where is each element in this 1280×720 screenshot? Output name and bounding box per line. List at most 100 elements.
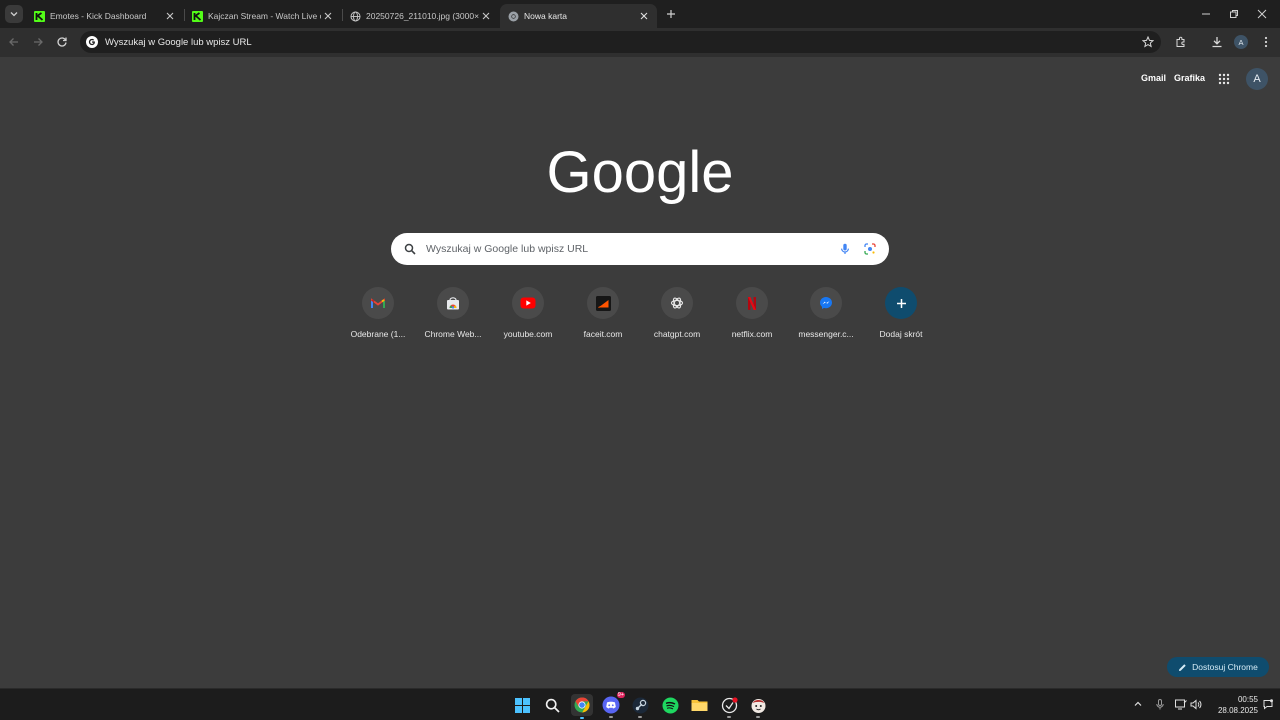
taskbar-file-explorer[interactable]: [689, 695, 709, 715]
close-icon[interactable]: [479, 9, 493, 23]
google-logo: Google: [546, 140, 733, 205]
taskbar: 9+ 00:55 28.08.2025: [0, 688, 1280, 720]
app-icon-2: [751, 698, 765, 713]
search-box[interactable]: Wyszukaj w Google lub wpisz URL: [391, 233, 889, 265]
shortcut-faceit[interactable]: faceit.com: [563, 287, 643, 347]
google-lens-icon[interactable]: [864, 243, 876, 255]
tray-network[interactable]: [1175, 698, 1187, 710]
shortcut-chrome-web-store[interactable]: Chrome Web...: [413, 287, 493, 347]
puzzle-icon: [1176, 36, 1185, 47]
file-explorer-icon: [691, 700, 707, 711]
shortcut-label: faceit.com: [583, 329, 623, 339]
tab-strip: Emotes - Kick Dashboard Kajczan Stream -…: [0, 0, 1280, 28]
faceit-icon: [595, 295, 611, 311]
back-button[interactable]: [7, 35, 21, 49]
restore-button[interactable]: [1227, 7, 1241, 21]
kick-icon: [192, 10, 203, 22]
tray-overflow-button[interactable]: [1132, 698, 1144, 710]
discord-icon: [602, 696, 620, 714]
steam-icon: [632, 697, 648, 713]
pencil-icon: [1179, 663, 1186, 671]
arrow-right-icon: [34, 38, 43, 46]
star-icon: [1142, 36, 1154, 48]
new-tab-button[interactable]: [663, 6, 679, 22]
address-bar[interactable]: Wyszukaj w Google lub wpisz URL: [80, 31, 1161, 53]
globe-icon: [350, 11, 361, 22]
tab[interactable]: Kajczan Stream - Watch Live on: [184, 4, 341, 28]
shortcut-label: chatgpt.com: [653, 329, 701, 339]
taskbar-search[interactable]: [542, 695, 562, 715]
chrome-web-store-icon: [447, 296, 459, 309]
clock-date: 28.08.2025: [1217, 706, 1258, 715]
start-button[interactable]: [512, 695, 532, 715]
customize-label: Dostosuj Chrome: [1192, 662, 1258, 672]
notifications-button[interactable]: [1262, 698, 1274, 710]
profile-button[interactable]: A: [1234, 35, 1248, 49]
close-icon[interactable]: [321, 9, 335, 23]
microphone-icon[interactable]: [839, 243, 851, 255]
close-icon[interactable]: [637, 9, 651, 23]
download-icon: [1212, 37, 1222, 48]
toolbar: Wyszukaj w Google lub wpisz URL: [0, 28, 1280, 57]
netflix-icon: [748, 296, 756, 310]
tray-volume[interactable]: [1190, 698, 1202, 710]
menu-button[interactable]: [1259, 35, 1273, 49]
shortcut-messenger[interactable]: messenger.c...: [786, 287, 866, 347]
close-icon[interactable]: [163, 9, 177, 23]
messenger-icon: [820, 297, 832, 309]
tab-title: 20250726_211010.jpg (3000×4000): [366, 11, 479, 21]
taskbar-spotify[interactable]: [660, 695, 680, 715]
chrome-icon: [508, 11, 519, 22]
spotify-icon: [662, 697, 678, 713]
notification-icon: [1263, 698, 1273, 710]
customize-chrome-button[interactable]: Dostosuj Chrome: [1167, 657, 1269, 677]
search-input[interactable]: Wyszukaj w Google lub wpisz URL: [426, 243, 839, 255]
app-icon: [721, 696, 738, 713]
tab-title: Emotes - Kick Dashboard: [50, 11, 147, 21]
shortcut-youtube[interactable]: youtube.com: [488, 287, 568, 347]
google-g-icon: [86, 36, 98, 48]
chevron-down-icon: [10, 12, 18, 17]
close-icon: [1257, 9, 1267, 19]
avatar[interactable]: A: [1246, 68, 1268, 90]
reload-icon: [57, 37, 67, 47]
shortcut-label: youtube.com: [503, 329, 553, 339]
youtube-icon: [520, 297, 536, 309]
tab-active[interactable]: Nowa karta: [500, 4, 657, 28]
kick-icon: [34, 10, 45, 22]
shortcut-add[interactable]: Dodaj skrót: [861, 287, 941, 347]
tab-search-button[interactable]: [5, 5, 23, 23]
more-vert-icon: [1264, 36, 1268, 48]
extensions-button[interactable]: [1174, 35, 1188, 49]
tab[interactable]: 20250726_211010.jpg (3000×4000): [342, 4, 499, 28]
tray-microphone[interactable]: [1154, 698, 1166, 710]
taskbar-app-2[interactable]: [748, 695, 768, 718]
taskbar-steam[interactable]: [630, 695, 650, 718]
arrow-left-icon: [9, 38, 18, 46]
reload-button[interactable]: [55, 35, 69, 49]
bookmark-button[interactable]: [1141, 35, 1155, 49]
shortcut-label: Dodaj skrót: [879, 329, 923, 339]
tab[interactable]: Emotes - Kick Dashboard: [26, 4, 183, 28]
clock[interactable]: 00:55 28.08.2025: [1208, 694, 1258, 716]
taskbar-chrome[interactable]: [571, 694, 593, 719]
minimize-button[interactable]: [1199, 7, 1213, 21]
shortcut-gmail[interactable]: Odebrane (1...: [338, 287, 418, 347]
downloads-button[interactable]: [1210, 35, 1224, 49]
taskbar-discord[interactable]: 9+: [601, 692, 625, 718]
forward-button[interactable]: [31, 35, 45, 49]
close-window-button[interactable]: [1255, 7, 1269, 21]
apps-grid-icon[interactable]: [1218, 73, 1230, 85]
shortcut-chatgpt[interactable]: chatgpt.com: [637, 287, 717, 347]
clock-time: 00:55: [1237, 695, 1258, 704]
shortcut-netflix[interactable]: netflix.com: [712, 287, 792, 347]
shortcut-label: messenger.c...: [798, 329, 854, 339]
taskbar-app[interactable]: [719, 695, 739, 718]
chrome-icon: [574, 697, 590, 713]
tab-title: Kajczan Stream - Watch Live on: [208, 11, 321, 21]
images-link[interactable]: Grafika: [1174, 73, 1205, 83]
add-icon: [896, 298, 906, 308]
search-icon: [545, 698, 560, 713]
gmail-link[interactable]: Gmail: [1141, 73, 1166, 83]
start-icon: [514, 697, 530, 713]
